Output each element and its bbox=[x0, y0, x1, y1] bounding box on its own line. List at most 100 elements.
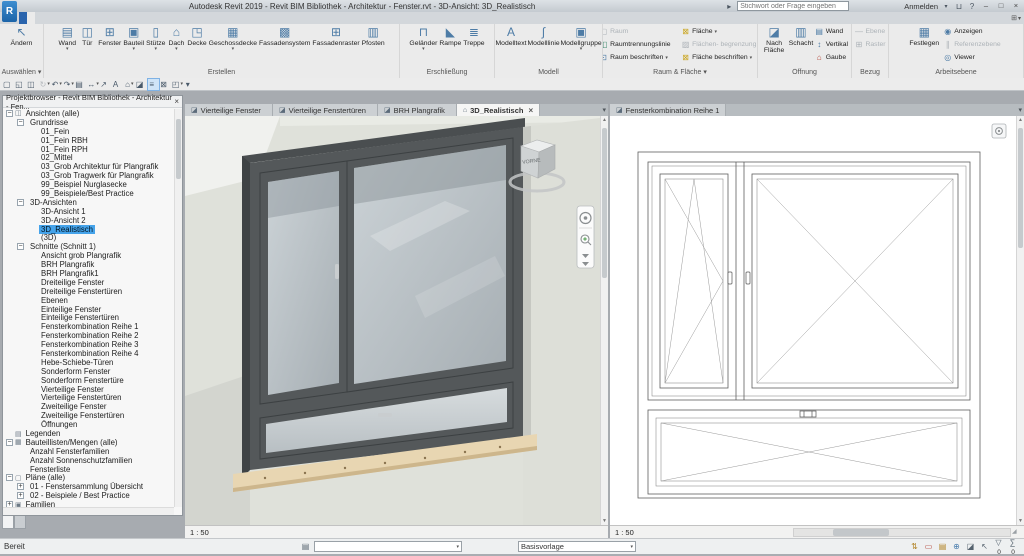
ribbon-button[interactable]: A Modelltext ▾ bbox=[495, 25, 527, 51]
help-icon[interactable]: ? bbox=[967, 2, 977, 11]
ribbon-button[interactable]: ∥ Referenzebene bbox=[940, 38, 1003, 51]
elevation-view-canvas[interactable]: ▲ ▼ bbox=[610, 116, 1024, 525]
panel-label[interactable]: Raum & Fläche ▾ bbox=[603, 68, 757, 78]
tree-item[interactable]: 03_Grob Tragwerk für Plangrafik bbox=[3, 171, 182, 180]
qat-icon[interactable]: ▤ ▾ bbox=[75, 79, 86, 90]
ribbon-button[interactable]: ◪ Nach Fläche ▾ bbox=[758, 25, 790, 58]
ribbon-button[interactable]: ⊞ Fassadenraster ▾ bbox=[311, 25, 360, 51]
ribbon-button[interactable]: ▥ Pfosten ▾ bbox=[361, 25, 386, 51]
ribbon-options-dd-icon[interactable]: ▾ bbox=[1018, 15, 1021, 22]
tree-item[interactable]: Dreiteilige Fenster bbox=[3, 278, 182, 287]
ribbon-button[interactable]: ⊞ Raster bbox=[852, 38, 889, 51]
view-tab[interactable]: ◪ BRH Plangrafik bbox=[378, 104, 457, 116]
ribbon-tab[interactable] bbox=[83, 12, 91, 24]
ribbon-tab[interactable] bbox=[51, 12, 59, 24]
view-control-icon[interactable] bbox=[689, 527, 700, 538]
qat-icon[interactable]: ↗ ▾ bbox=[100, 79, 111, 90]
tree-expander-icon[interactable]: − bbox=[17, 119, 24, 126]
view-control-icon[interactable] bbox=[360, 527, 371, 538]
resize-grip[interactable]: ◢ bbox=[1012, 528, 1021, 537]
3d-view-canvas[interactable]: VORNE ▲ ▼ bbox=[185, 116, 608, 525]
view-control-icon[interactable] bbox=[276, 527, 287, 538]
ribbon-button[interactable]: ↖ Ändern ▾ bbox=[10, 25, 34, 51]
cart-icon[interactable]: ⊔ bbox=[954, 2, 964, 11]
revit-app-icon[interactable]: R bbox=[2, 1, 17, 22]
view-control-icon[interactable] bbox=[252, 527, 263, 538]
ribbon-tab[interactable] bbox=[115, 12, 123, 24]
sign-in-button[interactable]: Anmelden bbox=[904, 2, 938, 11]
tree-item[interactable]: Fensterliste bbox=[3, 465, 182, 474]
ribbon-tab[interactable] bbox=[155, 12, 163, 24]
tab-list-chevron-icon[interactable]: ▾ bbox=[602, 106, 606, 114]
view-control-icon[interactable] bbox=[336, 527, 347, 538]
ribbon-button[interactable]: — Ebene bbox=[852, 25, 889, 38]
panel-label[interactable]: Auswählen ▾ bbox=[0, 68, 43, 78]
status-icon[interactable]: ▭ bbox=[923, 542, 934, 551]
view-control-icon[interactable] bbox=[761, 527, 772, 538]
status-icon[interactable]: ∑ 0 bbox=[1007, 538, 1018, 556]
view-control-icon[interactable] bbox=[264, 527, 275, 538]
ribbon-button[interactable]: ▩ Fassadensystem ▾ bbox=[258, 25, 311, 51]
scrollbar-thumb[interactable] bbox=[1018, 128, 1023, 248]
tree-item[interactable]: 01_Fein bbox=[3, 127, 182, 136]
tree-item[interactable]: BRH Plangrafik bbox=[3, 260, 182, 269]
tree-expander-icon[interactable]: − bbox=[17, 243, 24, 250]
project-browser-header[interactable]: Projektbrowser - Revit BIM Bibliothek - … bbox=[3, 96, 182, 108]
view-control-icon[interactable] bbox=[665, 527, 676, 538]
tree-item[interactable]: Zweiteilige Fenstertüren bbox=[3, 411, 182, 420]
tree-item[interactable]: BRH Plangrafik1 bbox=[3, 269, 182, 278]
ribbon-tab[interactable] bbox=[19, 12, 27, 24]
tree-item[interactable]: − Schnitte (Schnitt 1) bbox=[3, 242, 182, 251]
tree-expander-icon[interactable]: − bbox=[6, 439, 13, 446]
scale-button[interactable]: 1 : 50 bbox=[190, 528, 209, 537]
view-control-icon[interactable] bbox=[713, 527, 724, 538]
browser-horizontal-scrollbar[interactable] bbox=[3, 507, 174, 515]
view-control-icon[interactable] bbox=[300, 527, 311, 538]
tree-item[interactable]: Fensterkombination Reihe 3 bbox=[3, 340, 182, 349]
view-control-icon[interactable] bbox=[384, 527, 395, 538]
tree-item[interactable]: 01_Fein RPH bbox=[3, 145, 182, 154]
ribbon-button[interactable]: ⌂ Gaube bbox=[812, 51, 851, 64]
tree-expander-icon[interactable]: − bbox=[17, 199, 24, 206]
ribbon-tab[interactable] bbox=[163, 12, 171, 24]
navigation-bar[interactable] bbox=[577, 206, 594, 268]
qat-icon[interactable]: ≡ ▾ bbox=[148, 79, 159, 90]
ribbon-button[interactable]: ▢ Raum ▾ bbox=[603, 25, 678, 38]
status-icon[interactable]: ▽ 0 bbox=[993, 538, 1004, 556]
tree-item[interactable]: 03_Grob Architektur für Plangrafik bbox=[3, 162, 182, 171]
tree-item[interactable]: Sonderform Fenster bbox=[3, 367, 182, 376]
tree-item[interactable]: Einteilige Fenster bbox=[3, 305, 182, 314]
ribbon-tab[interactable] bbox=[123, 12, 131, 24]
tree-item[interactable]: 01_Fein RBH bbox=[3, 136, 182, 145]
tree-item[interactable]: Zweiteilige Fenster bbox=[3, 402, 182, 411]
ribbon-button[interactable]: ⊡ Raum beschriften ▾ bbox=[603, 51, 678, 64]
tree-item[interactable]: Fensterkombination Reihe 1 bbox=[3, 322, 182, 331]
qat-icon[interactable]: ⌂ ▾ bbox=[124, 79, 135, 90]
view-control-icon[interactable] bbox=[737, 527, 748, 538]
tree-item[interactable]: 99_Beispiele/Best Practice bbox=[3, 189, 182, 198]
qat-icon[interactable]: ▢ ▾ bbox=[3, 79, 14, 90]
tree-expander-icon[interactable]: + bbox=[17, 483, 24, 490]
ribbon-button[interactable]: ◣ Rampe ▾ bbox=[438, 25, 462, 51]
ribbon-button[interactable]: ⊓ Geländer ▾ bbox=[408, 25, 438, 51]
tree-item[interactable]: 3D-Ansicht 1 bbox=[3, 207, 182, 216]
qat-icon[interactable]: ↶ ▾ bbox=[51, 79, 62, 90]
search-input[interactable] bbox=[737, 1, 849, 11]
ribbon-button[interactable]: ▯ Stütze ▾ bbox=[145, 25, 166, 51]
viewport-vertical-scrollbar[interactable]: ▲ ▼ bbox=[1016, 116, 1024, 525]
ribbon-button[interactable]: ▥ Schacht ▾ bbox=[790, 25, 811, 51]
view-control-icon[interactable] bbox=[653, 527, 664, 538]
scrollbar-thumb[interactable] bbox=[602, 128, 607, 278]
ribbon-button[interactable]: ∫ Modelllinie ▾ bbox=[527, 25, 560, 51]
tree-item[interactable]: 3D_Realistisch bbox=[3, 225, 182, 234]
tree-item[interactable]: Fensterkombination Reihe 2 bbox=[3, 331, 182, 340]
tree-item[interactable]: Einteilige Fenstertüren bbox=[3, 313, 182, 322]
ribbon-tab[interactable] bbox=[75, 12, 83, 24]
view-control-icon[interactable] bbox=[228, 527, 239, 538]
minimize-button[interactable]: – bbox=[980, 1, 992, 11]
view-tab[interactable]: ◪ Fensterkombination Reihe 1 bbox=[610, 104, 726, 116]
view-control-icon[interactable] bbox=[749, 527, 760, 538]
view-control-icon[interactable] bbox=[312, 527, 323, 538]
qat-icon[interactable]: ◪ ▾ bbox=[136, 79, 147, 90]
tab-list-chevron-icon[interactable]: ▾ bbox=[1018, 106, 1022, 114]
